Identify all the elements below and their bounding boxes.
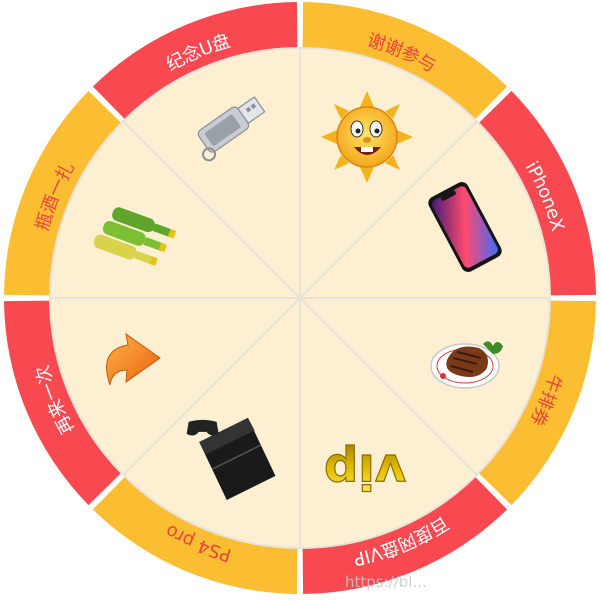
prize-wheel[interactable]: 谢谢参与iPhoneX牛排券百度网盘VIPPS4 pro再来一次瓶酒一扎纪念U盘 xyxy=(0,0,601,601)
vip-icon: vip xyxy=(323,442,406,499)
wheel-sectors xyxy=(4,2,596,594)
vip-icon-text: vip xyxy=(324,443,406,499)
watermark-text: https://bl... xyxy=(345,573,427,591)
sun-face-icon xyxy=(321,91,413,183)
wheel-center xyxy=(297,295,303,301)
